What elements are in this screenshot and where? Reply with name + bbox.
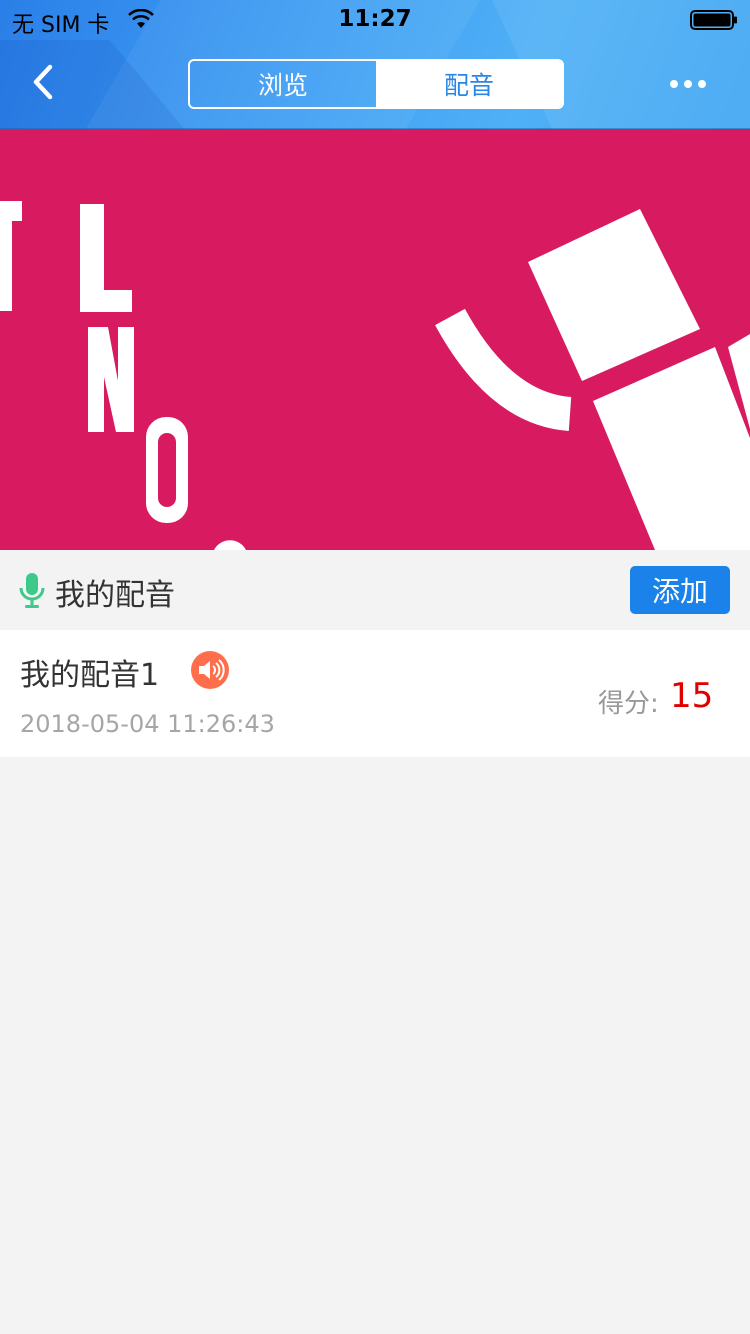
add-button[interactable]: 添加 xyxy=(630,566,730,614)
score-value: 15 xyxy=(670,676,714,716)
recording-timestamp: 2018-05-04 11:26:43 xyxy=(20,710,275,738)
status-bar: 无 SIM 卡 11:27 xyxy=(0,0,750,40)
back-icon[interactable] xyxy=(24,62,64,102)
banner-artwork xyxy=(0,129,750,550)
status-time: 11:27 xyxy=(338,6,412,32)
section-title: 我的配音 xyxy=(55,578,175,613)
more-icon[interactable] xyxy=(670,74,710,94)
tab-browse[interactable]: 浏览 xyxy=(190,61,376,107)
tab-dubbing[interactable]: 配音 xyxy=(376,61,562,107)
recording-title: 我的配音1 xyxy=(20,658,160,693)
segmented-control: 浏览 配音 xyxy=(188,59,564,109)
page: 无 SIM 卡 11:27 浏览 配音 我的配音 添加 我的配音1 2018-0… xyxy=(0,0,750,1334)
battery-icon xyxy=(690,10,737,30)
speaker-icon[interactable] xyxy=(190,650,230,690)
video-banner[interactable] xyxy=(0,129,750,550)
score-label: 得分: xyxy=(598,689,659,719)
microphone-icon xyxy=(19,573,45,608)
header: 无 SIM 卡 11:27 浏览 配音 xyxy=(0,0,750,129)
